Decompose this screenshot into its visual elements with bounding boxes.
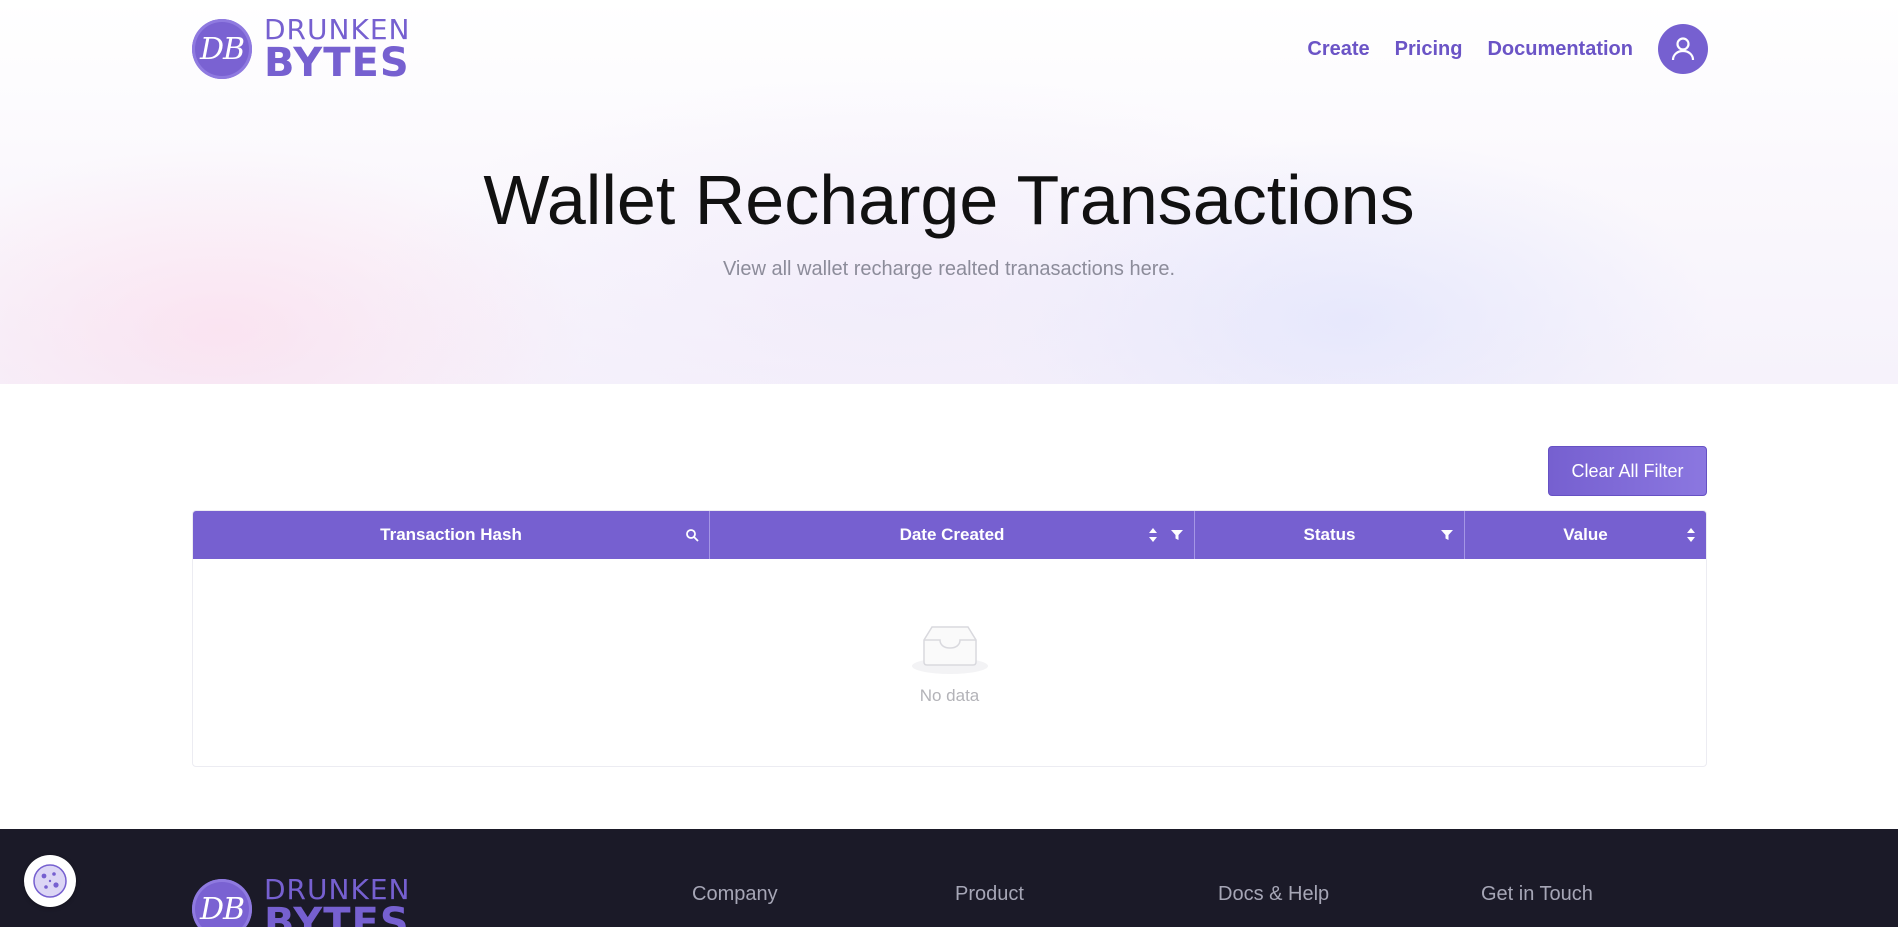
column-label: Status	[1303, 525, 1356, 544]
empty-state: No data	[193, 559, 1706, 766]
cookie-settings-button[interactable]	[24, 855, 76, 907]
footer: DB DRUNKEN BYTES Company Product Docs & …	[0, 829, 1898, 927]
logo-wordmark: DRUNKEN BYTES	[264, 876, 410, 927]
nav-documentation[interactable]: Documentation	[1487, 38, 1633, 61]
footer-heading-docs-help: Docs & Help	[1218, 883, 1330, 905]
nav-pricing[interactable]: Pricing	[1395, 38, 1463, 61]
logo-wordmark: DRUNKEN BYTES	[264, 16, 410, 86]
column-header-value[interactable]: Value	[1465, 511, 1706, 559]
column-header-transaction-hash: Transaction Hash	[193, 511, 710, 559]
column-label: Value	[1563, 525, 1608, 544]
logo-badge: DB	[192, 879, 252, 927]
filter-icon[interactable]	[1440, 528, 1454, 542]
filter-icon[interactable]	[1170, 528, 1184, 542]
empty-inbox-icon	[911, 626, 988, 674]
column-label: Transaction Hash	[380, 525, 522, 544]
logo-line-2: BYTES	[264, 899, 410, 927]
logo-line-2: BYTES	[264, 39, 410, 86]
brand-logo[interactable]: DB DRUNKEN BYTES	[192, 16, 410, 86]
column-header-status: Status	[1195, 511, 1465, 559]
sort-icon[interactable]	[1148, 527, 1158, 543]
footer-brand-logo[interactable]: DB DRUNKEN BYTES	[192, 876, 410, 927]
empty-state-text: No data	[919, 686, 980, 705]
column-label: Date Created	[899, 525, 1005, 544]
column-header-date-created[interactable]: Date Created	[710, 511, 1195, 559]
transactions-table: Transaction Hash Date Created Status Val…	[192, 510, 1707, 767]
hero-section: DB DRUNKEN BYTES Create Pricing Document…	[0, 0, 1898, 384]
footer-heading-company: Company	[692, 883, 778, 905]
page-title: Wallet Recharge Transactions	[483, 161, 1415, 239]
nav-create[interactable]: Create	[1307, 38, 1369, 61]
main-nav: Create Pricing Documentation	[1282, 24, 1708, 74]
search-icon[interactable]	[685, 528, 699, 542]
logo-badge: DB	[192, 19, 252, 80]
user-icon	[1671, 37, 1695, 61]
clear-all-filter-button[interactable]: Clear All Filter	[1548, 446, 1707, 496]
sort-icon[interactable]	[1686, 527, 1696, 543]
table-header: Transaction Hash Date Created Status Val…	[193, 511, 1706, 559]
cookie-icon	[33, 864, 67, 898]
footer-heading-get-in-touch: Get in Touch	[1481, 883, 1593, 905]
user-avatar-button[interactable]	[1658, 24, 1708, 74]
page-subtitle: View all wallet recharge realted tranasa…	[722, 258, 1176, 280]
footer-heading-product: Product	[955, 883, 1024, 905]
